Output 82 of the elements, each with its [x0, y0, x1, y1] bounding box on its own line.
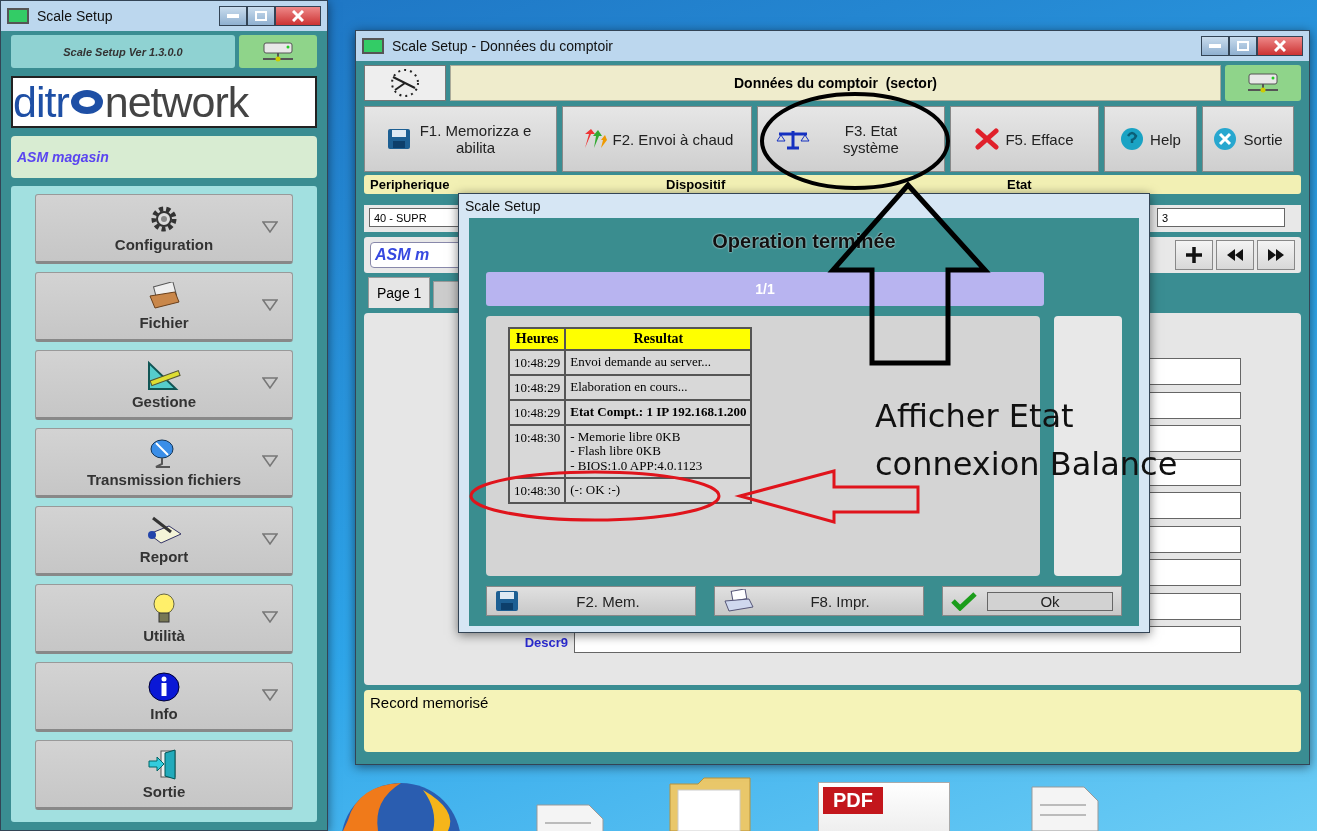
network-button[interactable] [239, 35, 317, 68]
column-header: Dispositif [665, 177, 727, 192]
minimize-icon [1209, 44, 1221, 48]
time-cell: 10:48:29 [509, 350, 566, 375]
app-icon [7, 8, 29, 24]
header-title: Données du comptoir (sector) [450, 65, 1221, 101]
time-cell: 10:48:29 [509, 400, 566, 425]
page-indicator: 1/1 [486, 272, 1044, 306]
result-cell: - Memorie libre 0KB - Flash libre 0KB - BIOS:1.0 APP:4.0.1123 [565, 425, 752, 478]
minimize-button[interactable] [1201, 36, 1229, 56]
toolbar-button[interactable]: F5. Efface [950, 106, 1099, 172]
column-header: Etat [1006, 177, 1033, 192]
time-cell: 10:48:29 [509, 375, 566, 400]
printer-icon [723, 589, 755, 613]
toolbar-button[interactable]: Help [1104, 106, 1197, 172]
network-drive-icon [261, 40, 295, 63]
menu-button[interactable]: Configuration [35, 194, 293, 264]
field-label: Descr9 [523, 634, 569, 650]
dialog-button[interactable]: F2. Mem. [486, 586, 696, 616]
light-bulb-icon [152, 592, 176, 625]
dialog-button[interactable]: Ok [942, 586, 1122, 616]
toolbar-button[interactable]: Sortie [1202, 106, 1294, 172]
close-icon [1274, 40, 1286, 52]
close-icon [1213, 127, 1238, 151]
network-drive-icon [1246, 72, 1280, 94]
time-cell: 10:48:30 [509, 477, 566, 503]
close-button[interactable] [275, 6, 321, 26]
tab[interactable] [433, 281, 460, 308]
rewind-icon [1226, 249, 1244, 261]
menu-button[interactable]: Sortie [35, 740, 293, 810]
result-cell: Etat Compt.: 1 IP 192.168.1.200 [565, 400, 752, 425]
logo: ditr network [11, 76, 317, 128]
result-cell: (-: OK :-) [565, 477, 752, 503]
menu-button[interactable]: Info [35, 662, 293, 732]
fast-forward-icon [1267, 249, 1285, 261]
pdf-file-icon[interactable]: PDF [818, 782, 950, 831]
notepad-icon [145, 515, 183, 546]
app-icon [362, 38, 384, 54]
time-cell: 10:48:30 [509, 425, 566, 478]
add-button[interactable] [1175, 240, 1213, 270]
maximize-icon [1237, 41, 1249, 51]
next-button[interactable] [1257, 240, 1295, 270]
file-box-icon [147, 281, 181, 312]
column-header: Peripherique [369, 177, 451, 192]
close-icon [292, 10, 304, 22]
minimize-button[interactable] [219, 6, 247, 26]
toolbar-button[interactable]: F2. Envoi à chaud [562, 106, 752, 172]
menu-button[interactable]: Gestione [35, 350, 293, 420]
info-icon [148, 670, 180, 703]
clock-icon [364, 65, 446, 101]
menu-button[interactable]: Fichier [35, 272, 293, 342]
result-cell: Elaboration en cours... [565, 375, 752, 400]
version-label: Scale Setup Ver 1.3.0.0 [11, 35, 235, 68]
menu-button[interactable]: Utilità [35, 584, 293, 654]
plus-icon [1185, 246, 1203, 264]
maximize-icon [255, 11, 267, 21]
help-icon [1120, 127, 1145, 151]
store-name: ASM magasin [11, 136, 317, 178]
minimize-icon [227, 14, 239, 18]
previous-button[interactable] [1216, 240, 1254, 270]
close-button[interactable] [1257, 36, 1303, 56]
column-header: Heures [509, 328, 566, 350]
menu-button[interactable]: Report [35, 506, 293, 576]
cross-icon [975, 128, 1000, 150]
result-cell: Envoi demande au server... [565, 350, 752, 375]
device-field[interactable]: 3 [1157, 208, 1285, 227]
balance-scale-icon [776, 128, 810, 150]
window-title: Scale Setup [37, 8, 114, 24]
window-title: Scale Setup - Données du comptoir [392, 38, 614, 54]
status-message: Record memorisé [364, 690, 1301, 752]
menu-button[interactable]: Transmission fichiers [35, 428, 293, 498]
maximize-button[interactable] [247, 6, 275, 26]
toolbar-button[interactable]: F1. Memorizza e abilita [364, 106, 557, 172]
dialog-button[interactable]: F8. Impr. [714, 586, 924, 616]
check-icon [951, 591, 977, 611]
toolbar-button[interactable]: F3. Etat système [757, 106, 945, 172]
tab[interactable]: Page 1 [368, 277, 431, 308]
dialog-title: Scale Setup [465, 198, 542, 214]
folder-icon[interactable] [668, 776, 752, 831]
network-button[interactable] [1225, 65, 1301, 101]
maximize-button[interactable] [1229, 36, 1257, 56]
column-header: Resultat [565, 328, 752, 350]
